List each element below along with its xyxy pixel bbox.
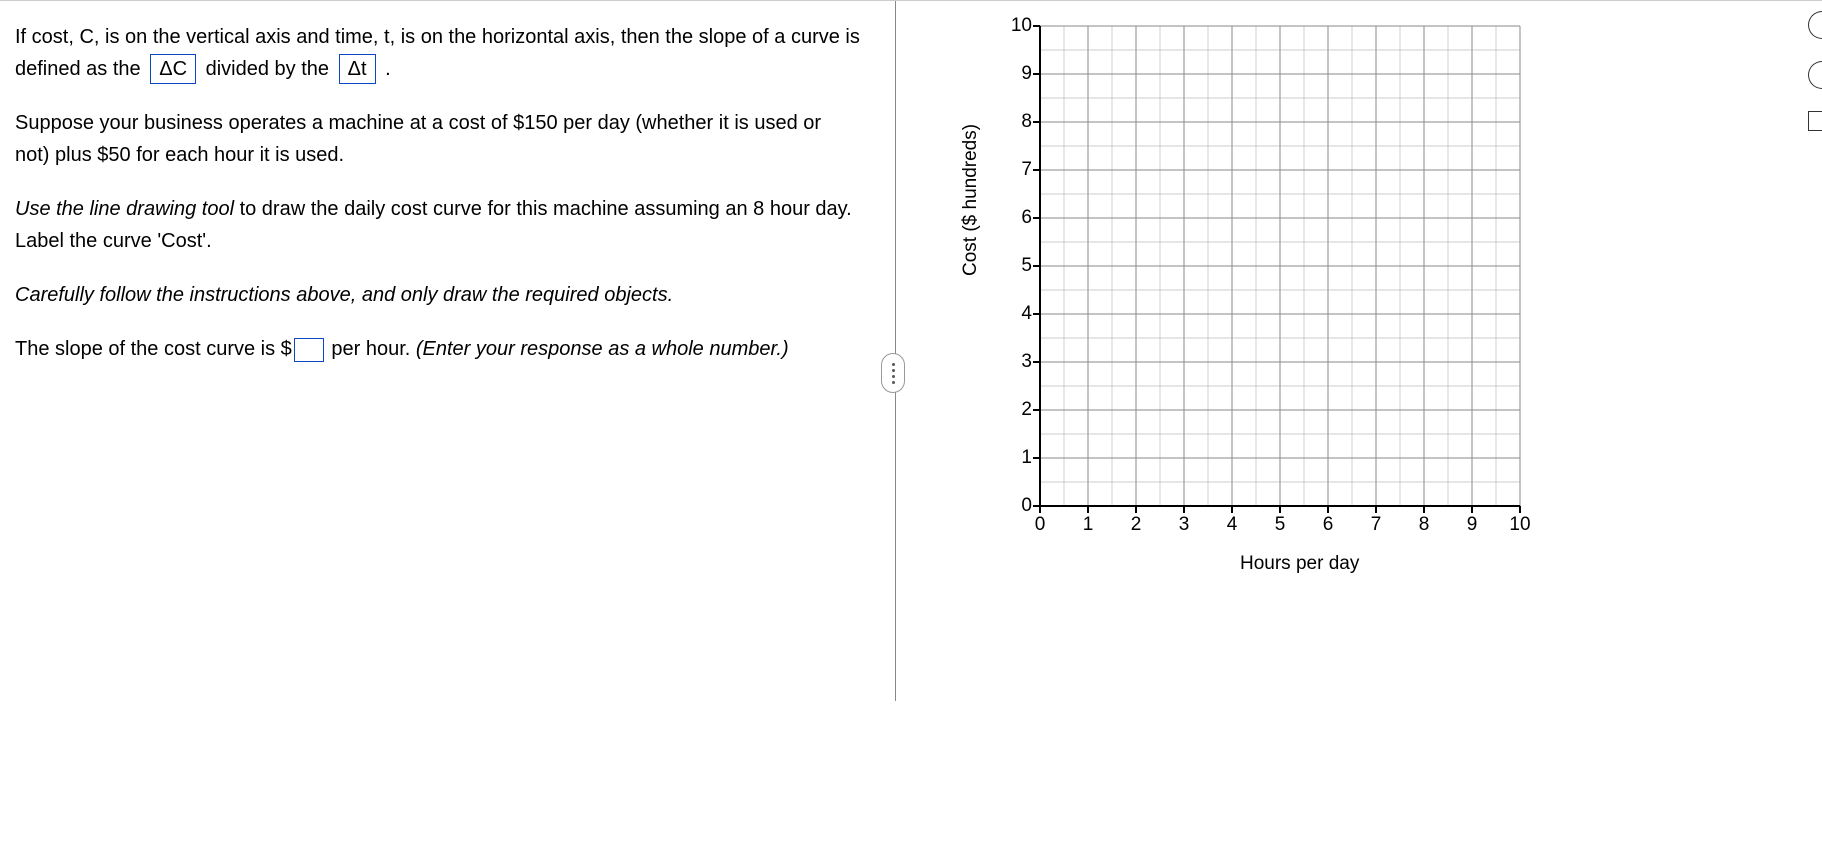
y-tick-label: 9 [1002, 63, 1032, 85]
panel-divider[interactable] [885, 1, 905, 701]
x-tick-label: 10 [1508, 514, 1532, 536]
y-tick-label: 6 [1002, 207, 1032, 229]
answer-box-delta-c[interactable]: ΔC [150, 54, 196, 84]
text-italic: (Enter your response as a whole number.) [416, 338, 789, 360]
y-tick-label: 10 [1002, 15, 1032, 37]
y-tick-label: 1 [1002, 447, 1032, 469]
text: per hour. [326, 338, 416, 360]
x-tick-label: 7 [1364, 514, 1388, 536]
y-tick-label: 4 [1002, 303, 1032, 325]
chart-area[interactable]: Cost ($ hundreds) Hours per day 01234567… [990, 16, 1550, 526]
text: The slope of the cost curve is $ [15, 338, 292, 360]
answer-box-delta-t[interactable]: Δt [339, 54, 376, 84]
x-tick-label: 4 [1220, 514, 1244, 536]
paragraph-4: Carefully follow the instructions above,… [15, 279, 860, 311]
y-tick-label: 2 [1002, 399, 1032, 421]
x-tick-label: 5 [1268, 514, 1292, 536]
x-tick-label: 9 [1460, 514, 1484, 536]
x-tick-label: 6 [1316, 514, 1340, 536]
x-tick-label: 1 [1076, 514, 1100, 536]
y-tick-label: 5 [1002, 255, 1032, 277]
text: If cost, C, is on the vertical axis and … [15, 26, 860, 80]
divider-handle-icon[interactable] [881, 353, 905, 393]
question-text-panel: If cost, C, is on the vertical axis and … [0, 1, 880, 858]
divider-line [895, 1, 896, 701]
y-tick-label: 3 [1002, 351, 1032, 373]
x-tick-label: 8 [1412, 514, 1436, 536]
paragraph-3: Use the line drawing tool to draw the da… [15, 193, 860, 257]
tool-icon[interactable] [1808, 11, 1822, 39]
text: . [385, 58, 391, 80]
chart-grid[interactable] [990, 16, 1550, 526]
paragraph-1: If cost, C, is on the vertical axis and … [15, 21, 860, 85]
y-axis-label: Cost ($ hundreds) [960, 124, 982, 276]
text-italic: Use the line drawing tool [15, 198, 234, 220]
tool-icon[interactable] [1808, 111, 1822, 131]
chart-panel: Cost ($ hundreds) Hours per day 01234567… [990, 16, 1550, 526]
y-tick-label: 8 [1002, 111, 1032, 133]
paragraph-5: The slope of the cost curve is $ per hou… [15, 333, 860, 365]
x-tick-label: 2 [1124, 514, 1148, 536]
tool-icon[interactable] [1808, 61, 1822, 89]
x-tick-label: 0 [1028, 514, 1052, 536]
side-toolbar [1808, 11, 1822, 131]
slope-input[interactable] [294, 338, 324, 362]
x-axis-label: Hours per day [1240, 553, 1359, 575]
y-tick-label: 7 [1002, 159, 1032, 181]
text: divided by the [206, 58, 335, 80]
x-tick-label: 3 [1172, 514, 1196, 536]
paragraph-2: Suppose your business operates a machine… [15, 107, 860, 171]
